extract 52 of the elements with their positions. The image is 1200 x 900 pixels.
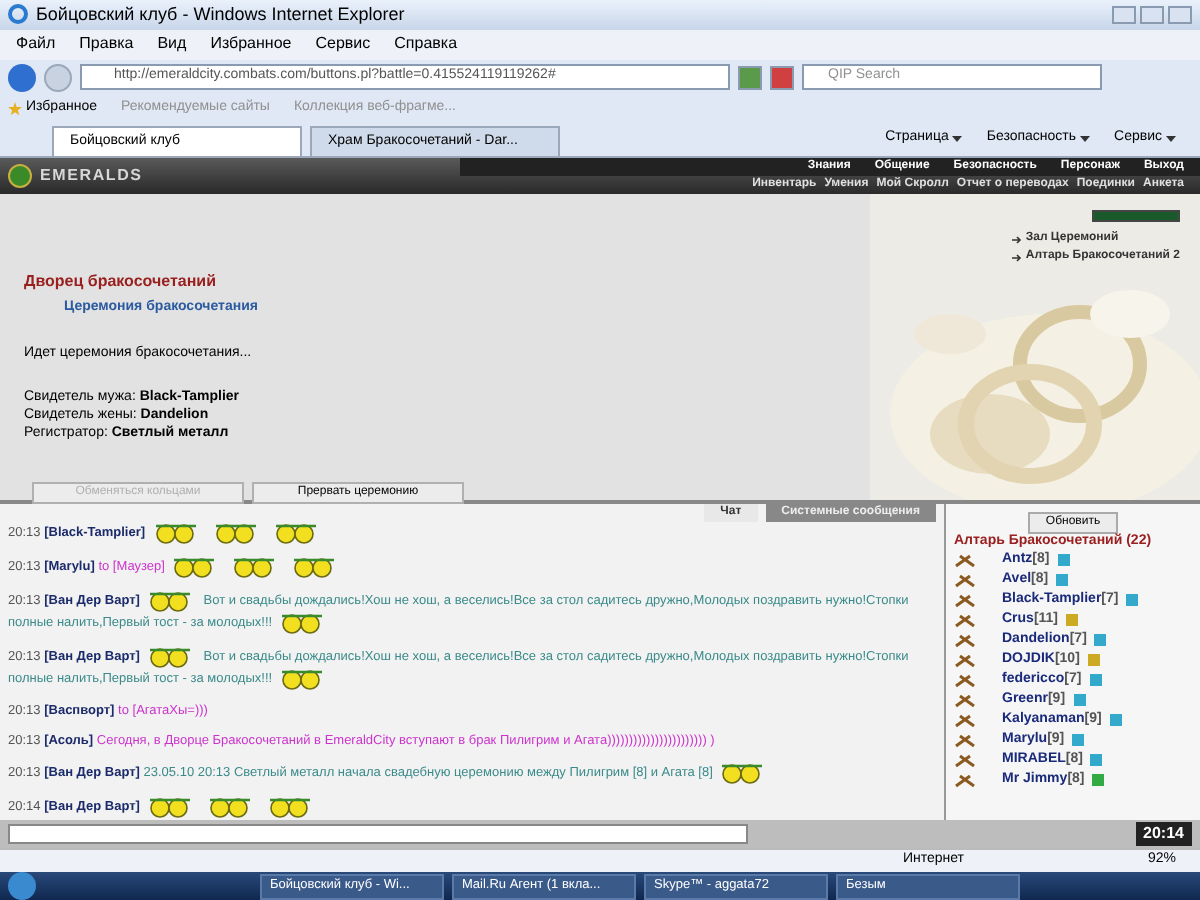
smiley-icon: [213, 522, 258, 545]
swords-icon: [954, 673, 978, 688]
chat-input[interactable]: [8, 824, 748, 845]
emblem-icon: [8, 164, 32, 189]
smiley-icon: [292, 556, 337, 579]
smiley-icon: [147, 590, 192, 613]
smiley-icon: [273, 522, 318, 545]
browser-icon: [8, 4, 28, 25]
smiley-icon: [267, 796, 312, 819]
start-button[interactable]: [8, 872, 36, 900]
swords-icon: [954, 633, 978, 648]
stop-button[interactable]: [770, 65, 794, 90]
swords-icon: [954, 653, 978, 668]
smiley-icon: [280, 668, 325, 691]
menu-item[interactable]: Правка: [79, 32, 134, 57]
smiley-icon: [147, 646, 192, 669]
refresh-button[interactable]: [738, 65, 762, 90]
smiley-icon: [720, 762, 765, 785]
health-bar: [1092, 210, 1180, 223]
smiley-icon: [172, 556, 217, 579]
swords-icon: [954, 553, 978, 568]
swords-icon: [954, 713, 978, 728]
smiley-icon: [147, 796, 192, 819]
smiley-icon: [280, 612, 325, 635]
forward-button[interactable]: [44, 63, 72, 92]
caret-icon: [1080, 135, 1091, 141]
window-controls-icon[interactable]: [1112, 5, 1192, 24]
swords-icon: [954, 573, 978, 588]
caret-icon: [952, 135, 963, 141]
window-title: Бойцовский клуб - Windows Internet Explorer: [36, 1, 407, 28]
menu-item[interactable]: Избранное: [210, 32, 292, 57]
menu-item[interactable]: Сервис: [315, 32, 371, 57]
swords-icon: [954, 733, 978, 748]
menu-item[interactable]: Файл: [16, 32, 56, 57]
swords-icon: [954, 753, 978, 768]
swords-icon: [954, 773, 978, 788]
caret-icon: [1166, 135, 1176, 141]
smiley-icon: [207, 796, 252, 819]
menu-item[interactable]: Справка: [394, 32, 458, 57]
swords-icon: [954, 593, 978, 608]
star-icon: [8, 101, 22, 116]
swords-icon: [954, 613, 978, 628]
page-title: Дворец бракосочетаний: [24, 270, 218, 295]
smiley-icon: [232, 556, 277, 579]
smiley-icon: [153, 522, 198, 545]
arrow-icon: [1011, 253, 1022, 262]
menu-item[interactable]: Вид: [157, 32, 187, 57]
swords-icon: [954, 693, 978, 708]
game-logo: EMERALDS: [40, 164, 143, 189]
game-clock: 20:14: [1135, 822, 1192, 847]
back-button[interactable]: [8, 63, 36, 92]
arrow-icon: [1011, 235, 1022, 244]
